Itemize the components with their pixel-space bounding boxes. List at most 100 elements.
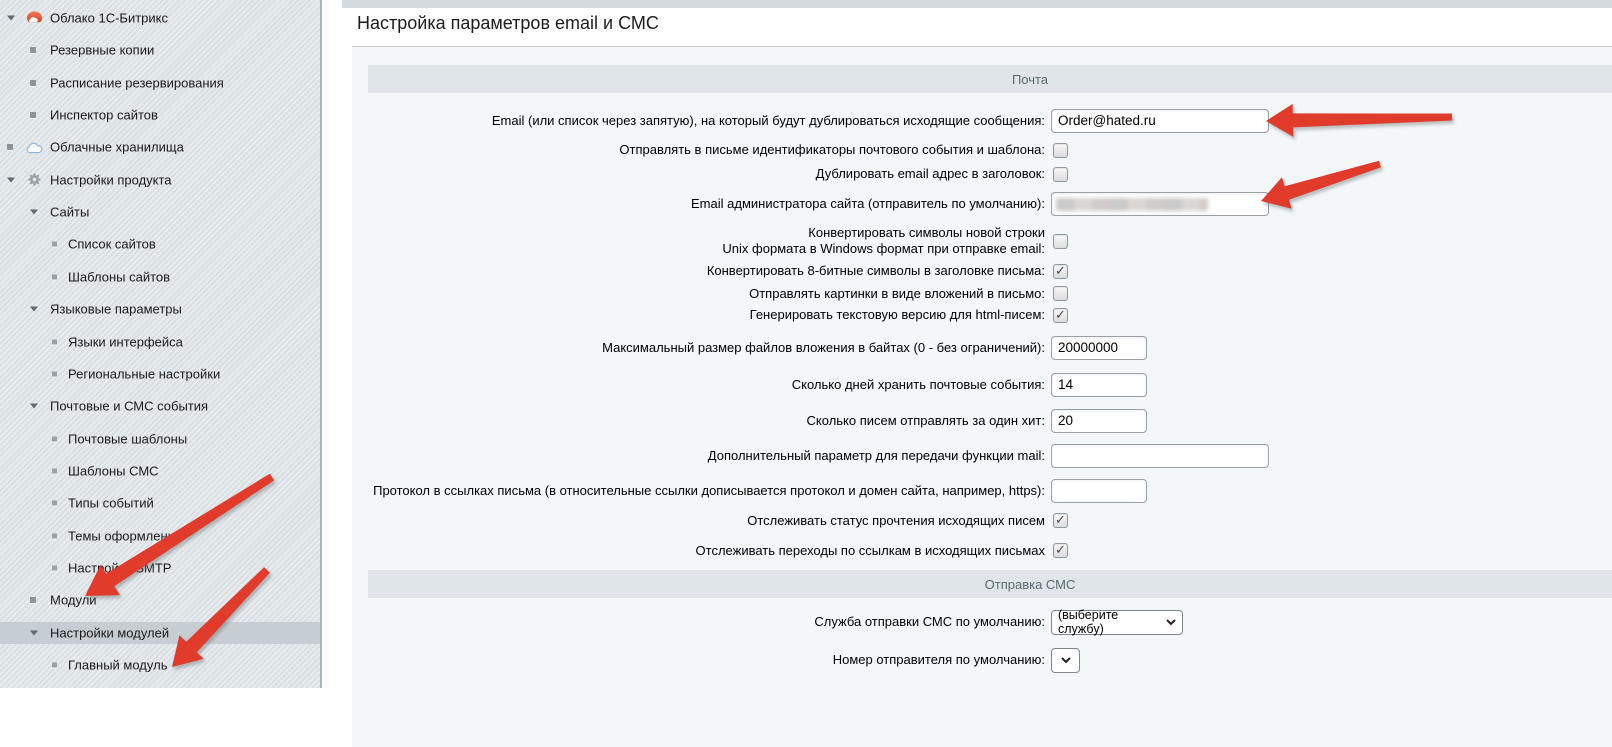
section-header: Почта	[368, 65, 1612, 93]
field-label: Email администратора сайта (отправитель …	[352, 196, 1045, 212]
field-label: Конвертировать 8-битные символы в заголо…	[352, 263, 1045, 279]
field-label: Сколько писем отправлять за один хит:	[352, 413, 1045, 429]
sidebar-item-label: Шаблоны СМС	[68, 463, 159, 478]
bullet-icon	[52, 436, 57, 441]
field-label: Отслеживать переходы по ссылкам в исходя…	[352, 543, 1045, 559]
sidebar-item[interactable]: Шаблоны СМС	[0, 460, 320, 482]
chevron-down-icon	[1061, 657, 1071, 664]
text-input[interactable]: 20000000	[1051, 336, 1147, 360]
sidebar-item-label: Шаблоны сайтов	[68, 269, 170, 284]
sidebar-item-label: Облако 1С-Битрикс	[50, 11, 168, 26]
field-label: Конвертировать символы новой строки Unix…	[352, 225, 1045, 257]
text-input[interactable]	[1051, 444, 1269, 468]
sidebar-item[interactable]: Резервные копии	[0, 39, 320, 61]
select-value: (выберите службу)	[1058, 608, 1161, 636]
text-input[interactable]	[1051, 192, 1269, 216]
field-label: Email (или список через запятую), на кот…	[352, 113, 1045, 129]
field-label: Отправлять в письме идентификаторы почто…	[352, 142, 1045, 158]
checkbox[interactable]	[1053, 286, 1068, 301]
sidebar-item[interactable]: Модули	[0, 589, 320, 611]
select-dropdown[interactable]	[1051, 648, 1080, 673]
field-label: Протокол в ссылках письма (в относительн…	[352, 483, 1045, 499]
sidebar-item-label: Сайты	[50, 205, 89, 220]
expand-triangle-icon[interactable]	[30, 210, 38, 215]
bullet-icon	[52, 242, 57, 247]
checkbox[interactable]: ✓	[1053, 308, 1068, 323]
sidebar-item-label: Модули	[50, 593, 97, 608]
sidebar-item-label: Инспектор сайтов	[50, 108, 158, 123]
sidebar-item[interactable]: Темы оформления	[0, 525, 320, 547]
sidebar-item-label: Языковые параметры	[50, 302, 182, 317]
sidebar-item[interactable]: Облако 1С-Битрикс	[0, 7, 320, 29]
sidebar-item[interactable]: Региональные настройки	[0, 363, 320, 385]
text-input[interactable]: Order@hated.ru	[1051, 109, 1269, 133]
sidebar-item[interactable]: Почтовые шаблоны	[0, 428, 320, 450]
select-dropdown[interactable]: (выберите службу)	[1051, 610, 1183, 635]
expand-triangle-icon[interactable]	[7, 16, 15, 21]
checkbox[interactable]	[1053, 143, 1068, 158]
sidebar-item[interactable]: Шаблоны сайтов	[0, 266, 320, 288]
top-toolbar-remnant	[342, 0, 1612, 8]
sidebar-item[interactable]: Настройки модулей	[0, 622, 320, 644]
sidebar-item-label: Типы событий	[68, 496, 154, 511]
sidebar-item-label: Темы оформления	[68, 528, 182, 543]
bullet-icon	[52, 274, 57, 279]
checkbox[interactable]	[1053, 167, 1068, 182]
settings-form-panel: Почта Email (или список через запятую), н…	[352, 47, 1612, 747]
main-content: Настройка параметров email и СМС Почта Em…	[322, 0, 1612, 688]
expand-triangle-icon[interactable]	[7, 177, 15, 182]
sidebar-item-label: Языки интерфейса	[68, 334, 183, 349]
page-title: Настройка параметров email и СМС	[357, 13, 659, 34]
sidebar-item-label: Настройки SMTP	[68, 560, 171, 575]
checkbox[interactable]: ✓	[1053, 543, 1068, 558]
expand-triangle-icon[interactable]	[30, 404, 38, 409]
sidebar-item[interactable]: Расписание резервирования	[0, 72, 320, 94]
text-input[interactable]: 20	[1051, 409, 1147, 433]
checkmark-icon: ✓	[1055, 542, 1066, 558]
sidebar-item[interactable]: Настройки продукта	[0, 169, 320, 191]
field-label: Отправлять картинки в виде вложений в пи…	[352, 286, 1045, 302]
sidebar-item[interactable]: Сайты	[0, 201, 320, 223]
bullet-icon	[52, 371, 57, 376]
field-label: Максимальный размер файлов вложения в ба…	[352, 340, 1045, 356]
sidebar-item-label: Облачные хранилища	[50, 140, 184, 155]
sidebar-item-label: Региональные настройки	[68, 366, 220, 381]
sidebar-item[interactable]: Языки интерфейса	[0, 331, 320, 353]
field-label: Дублировать email адрес в заголовок:	[352, 166, 1045, 182]
checkmark-icon: ✓	[1055, 307, 1066, 323]
checkmark-icon: ✓	[1055, 263, 1066, 279]
gear-icon	[25, 172, 43, 188]
field-label: Дополнительный параметр для передачи фун…	[352, 448, 1045, 464]
sidebar-item-label: Список сайтов	[68, 237, 156, 252]
sidebar-item[interactable]: Главный модуль	[0, 654, 320, 676]
expand-triangle-icon[interactable]	[30, 307, 38, 312]
field-label: Отслеживать статус прочтения исходящих п…	[352, 513, 1045, 529]
expand-triangle-icon[interactable]	[30, 630, 38, 635]
checkbox[interactable]	[1053, 234, 1068, 249]
screen: Облако 1С-Битрикс Резервные копии Расписан…	[0, 0, 1612, 688]
bullet-icon	[52, 663, 57, 668]
text-input[interactable]	[1051, 479, 1147, 503]
checkbox[interactable]: ✓	[1053, 513, 1068, 528]
bullet-icon	[52, 501, 57, 506]
bullet-icon	[30, 47, 36, 53]
sidebar-item[interactable]: Почтовые и СМС события	[0, 395, 320, 417]
sidebar-item-label: Настройки модулей	[50, 625, 169, 640]
sidebar-item[interactable]: Типы событий	[0, 492, 320, 514]
sidebar-item-label: Резервные копии	[50, 43, 154, 58]
sidebar-item[interactable]: Инспектор сайтов	[0, 104, 320, 126]
chevron-down-icon	[1166, 619, 1176, 626]
checkbox[interactable]: ✓	[1053, 264, 1068, 279]
sidebar-item-label: Расписание резервирования	[50, 75, 224, 90]
sidebar-item-label: Главный модуль	[68, 658, 167, 673]
sidebar-item[interactable]: Список сайтов	[0, 233, 320, 255]
field-label: Генерировать текстовую версию для html-п…	[352, 307, 1045, 323]
sidebar-item[interactable]: Языковые параметры	[0, 298, 320, 320]
bullet-icon	[30, 80, 36, 86]
sidebar-item-label: Почтовые и СМС события	[50, 399, 208, 414]
text-input[interactable]: 14	[1051, 373, 1147, 397]
sidebar-item[interactable]: Настройки SMTP	[0, 557, 320, 579]
bullet-icon	[30, 597, 36, 603]
bullet-icon	[30, 112, 36, 118]
sidebar-item[interactable]: Облачные хранилища	[0, 136, 320, 158]
